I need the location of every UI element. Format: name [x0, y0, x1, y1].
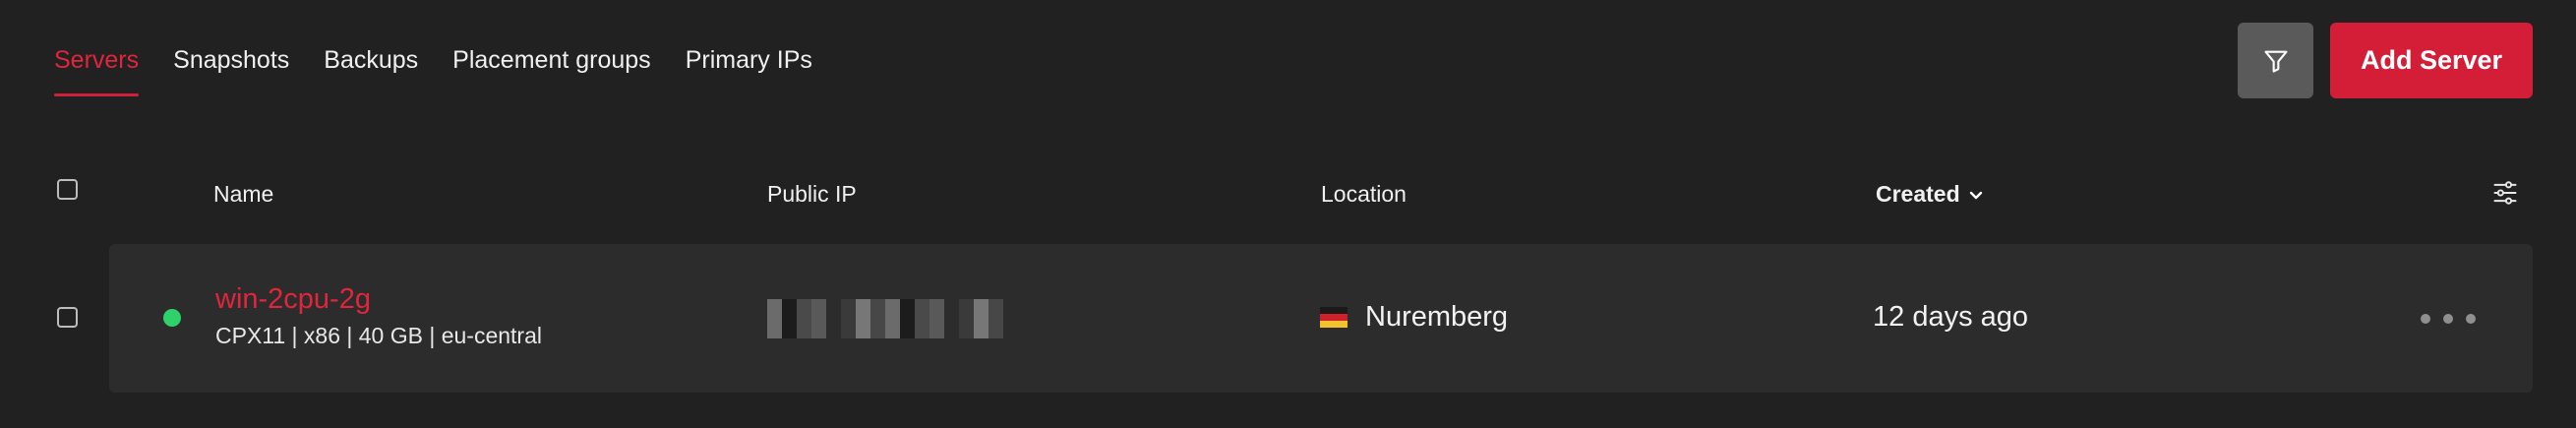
tab-servers[interactable]: Servers: [54, 0, 140, 98]
server-created: 12 days ago: [1873, 301, 2029, 333]
pixel-cell: [988, 299, 1003, 313]
column-created-label: Created: [1876, 181, 1960, 207]
pixel-cell: [826, 312, 841, 326]
pixel-cell: [885, 325, 900, 338]
table-header: Name Public IP Location Created: [0, 167, 2576, 216]
pixel-cell: [841, 299, 856, 313]
pixel-cell: [900, 312, 915, 326]
filter-button[interactable]: [2238, 23, 2313, 98]
pixel-cell: [797, 312, 811, 326]
pixel-cell: [929, 299, 944, 313]
server-name-link[interactable]: win-2cpu-2g: [215, 283, 371, 316]
pixel-cell: [856, 312, 870, 326]
pixel-cell: [797, 325, 811, 338]
pixel-cell: [944, 325, 959, 338]
pixel-cell: [856, 325, 870, 338]
column-name[interactable]: Name: [213, 181, 273, 208]
tab-snapshots[interactable]: Snapshots: [173, 0, 289, 98]
pixel-cell: [841, 312, 856, 326]
add-server-button[interactable]: Add Server: [2330, 23, 2533, 98]
pixel-cell: [974, 325, 988, 338]
pixel-cell: [944, 299, 959, 313]
pixel-cell: [782, 312, 797, 326]
pixel-cell: [959, 312, 974, 326]
server-meta: CPX11 | x86 | 40 GB | eu-central: [215, 323, 542, 348]
pixel-cell: [915, 325, 929, 338]
pixel-cell: [885, 312, 900, 326]
pixel-cell: [900, 325, 915, 338]
row-checkbox[interactable]: [57, 307, 78, 328]
pixel-cell: [782, 325, 797, 338]
public-ip-pixelated: [767, 299, 1003, 338]
tab-backups[interactable]: Backups: [324, 0, 418, 98]
pixel-cell: [767, 312, 782, 326]
pixel-cell: [915, 299, 929, 313]
pixel-cell: [826, 325, 841, 338]
pixel-cell: [841, 325, 856, 338]
more-options-icon[interactable]: [2421, 305, 2476, 333]
pixel-cell: [929, 312, 944, 326]
pixel-cell: [915, 312, 929, 326]
pixel-cell: [767, 325, 782, 338]
pixel-cell: [870, 312, 885, 326]
pixel-cell: [811, 299, 826, 313]
germany-flag-icon: [1320, 307, 1348, 328]
tab-placement-groups[interactable]: Placement groups: [452, 0, 651, 98]
pixel-cell: [885, 299, 900, 313]
pixel-cell: [856, 299, 870, 313]
pixel-cell: [959, 325, 974, 338]
pixel-cell: [782, 299, 797, 313]
pixel-cell: [767, 299, 782, 313]
pixel-cell: [944, 312, 959, 326]
column-created[interactable]: Created: [1876, 181, 1984, 208]
pixel-cell: [870, 299, 885, 313]
pixel-cell: [826, 299, 841, 313]
pixel-cell: [811, 325, 826, 338]
pixel-cell: [988, 312, 1003, 326]
server-location: Nuremberg: [1365, 301, 1509, 333]
pixel-cell: [974, 312, 988, 326]
pixel-cell: [974, 299, 988, 313]
pixel-cell: [870, 325, 885, 338]
filter-icon: [2263, 50, 2288, 73]
pixel-cell: [811, 312, 826, 326]
pixel-cell: [959, 299, 974, 313]
tab-primary-ips[interactable]: Primary IPs: [686, 0, 812, 98]
status-running-icon: [163, 309, 181, 327]
pixel-cell: [929, 325, 944, 338]
column-public-ip[interactable]: Public IP: [767, 181, 857, 208]
tab-bar: Servers Snapshots Backups Placement grou…: [54, 0, 847, 98]
pixel-cell: [988, 325, 1003, 338]
pixel-cell: [797, 299, 811, 313]
select-all-checkbox[interactable]: [57, 179, 78, 200]
pixel-cell: [900, 299, 915, 313]
sliders-icon[interactable]: [2491, 179, 2519, 207]
chevron-down-icon: [1969, 191, 1982, 199]
column-location[interactable]: Location: [1321, 181, 1407, 208]
